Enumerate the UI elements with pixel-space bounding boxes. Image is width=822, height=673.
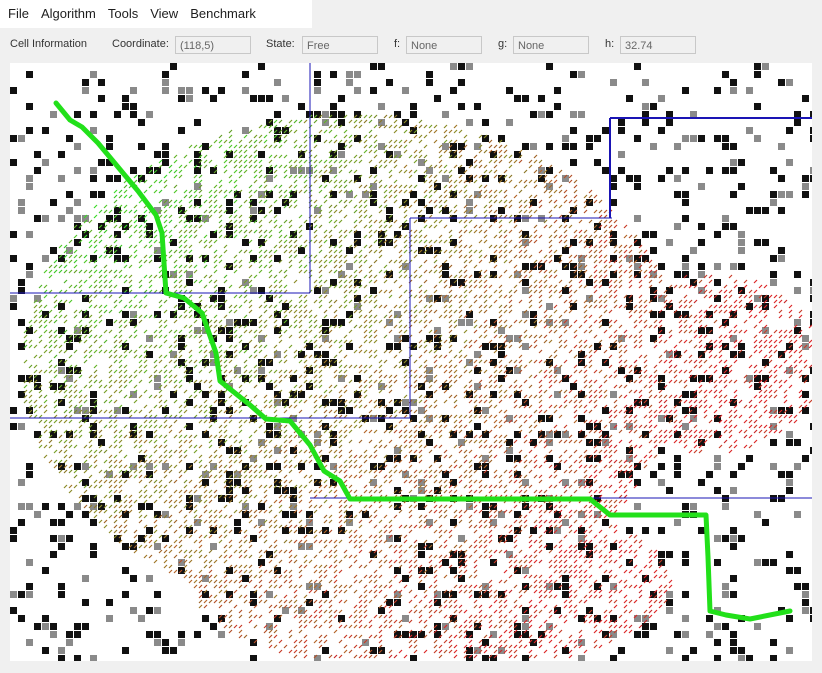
menu-algorithm[interactable]: Algorithm <box>35 4 102 24</box>
coordinate-field: (118,5) <box>175 36 251 54</box>
search-grid-canvas <box>10 63 812 661</box>
menu-file[interactable]: File <box>2 4 35 24</box>
g-field: None <box>513 36 589 54</box>
visited-cells <box>178 159 718 659</box>
state-field: Free <box>302 36 378 54</box>
cell-info-bar: Cell Information Coordinate: (118,5) Sta… <box>0 28 822 64</box>
g-label: g: <box>498 38 508 50</box>
menu-tools[interactable]: Tools <box>102 4 144 24</box>
cell-info-title: Cell Information <box>10 38 88 50</box>
search-grid[interactable] <box>10 63 812 661</box>
f-field: None <box>406 36 482 54</box>
coordinate-label: Coordinate: <box>112 38 169 50</box>
state-label: State: <box>266 38 295 50</box>
visited-cells <box>398 279 812 659</box>
h-label: h: <box>605 38 615 50</box>
f-label: f: <box>394 38 401 50</box>
h-field: 32.74 <box>620 36 696 54</box>
menu-bar: File Algorithm Tools View Benchmark <box>0 0 312 28</box>
menu-view[interactable]: View <box>144 4 184 24</box>
menu-benchmark[interactable]: Benchmark <box>184 4 262 24</box>
